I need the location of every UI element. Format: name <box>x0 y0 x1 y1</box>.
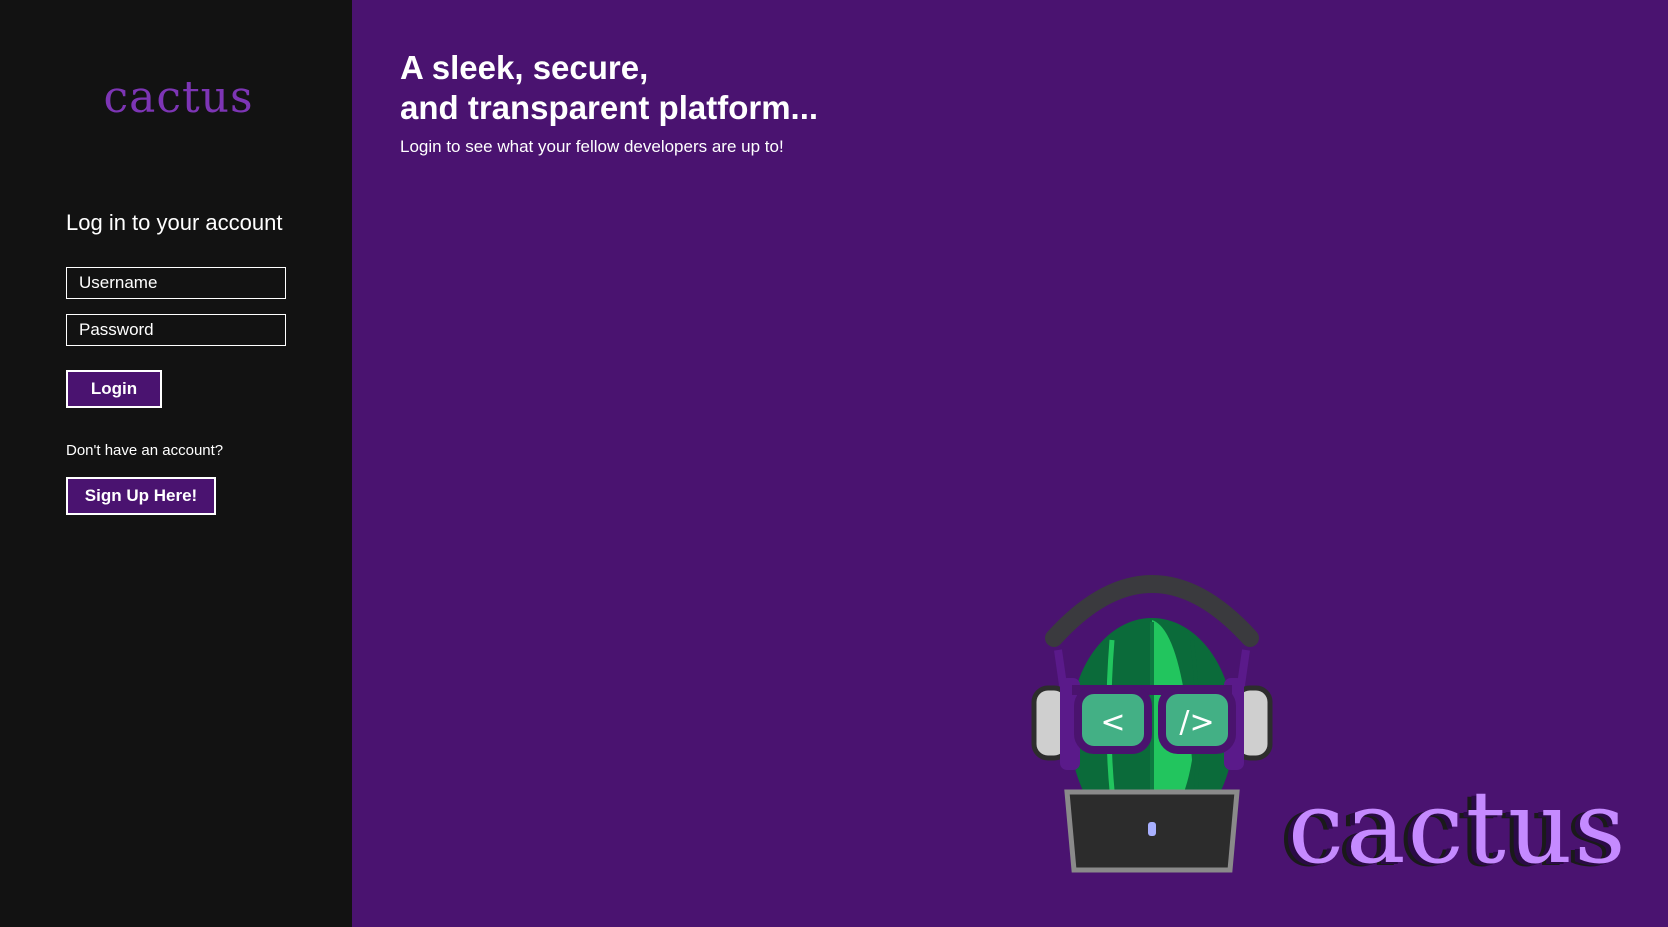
brand-logo: cactus <box>103 72 254 123</box>
cactus-mascot-icon: < /> <box>1031 575 1273 873</box>
left-lens-glyph: < <box>1100 705 1125 740</box>
password-input[interactable] <box>66 314 286 346</box>
login-button[interactable]: Login <box>66 370 162 408</box>
hero-panel: A sleek, secure, and transparent platfor… <box>352 0 1668 927</box>
cactus-wordmark: cactus <box>1288 769 1628 886</box>
no-account-text: Don't have an account? <box>66 442 224 459</box>
laptop-logo-icon <box>1148 822 1156 836</box>
right-lens-glyph: /> <box>1179 705 1214 740</box>
signup-button[interactable]: Sign Up Here! <box>66 477 216 515</box>
hero-title: A sleek, secure, and transparent platfor… <box>400 48 818 128</box>
hero-title-line-2: and transparent platform... <box>400 89 819 126</box>
hero-title-line-1: A sleek, secure, <box>400 49 649 86</box>
username-input[interactable] <box>66 267 286 299</box>
hero-subtitle: Login to see what your fellow developers… <box>400 137 784 156</box>
login-heading: Log in to your account <box>66 210 283 235</box>
login-sidebar: cactus Log in to your account Login Don'… <box>0 0 352 927</box>
